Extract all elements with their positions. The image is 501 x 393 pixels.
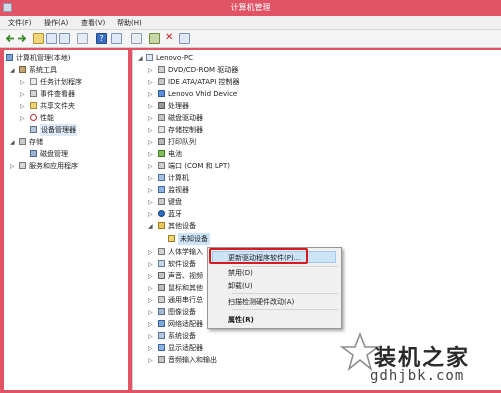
hid-icon: [158, 248, 165, 255]
window-title: 计算机管理: [230, 3, 271, 12]
device-root[interactable]: ◢ Lenovo-PC: [133, 52, 493, 64]
watermark: 装机之家 gdhjbk.com: [340, 330, 501, 390]
device-category[interactable]: ▷ Lenovo Vhid Device: [133, 88, 493, 100]
tree-root[interactable]: 计算机管理(本地): [4, 52, 128, 64]
device-category[interactable]: ▷ DVD/CD-ROM 驱动器: [133, 64, 493, 76]
menu-help[interactable]: 帮助(H): [117, 18, 142, 28]
device-category[interactable]: ▷ 电池: [133, 148, 493, 160]
device-category-other[interactable]: ◢ 其他设备: [133, 220, 493, 232]
computer-icon: [146, 54, 153, 61]
menu-action[interactable]: 操作(A): [44, 18, 68, 28]
device-category[interactable]: ▷ 磁盘驱动器: [133, 112, 493, 124]
up-folder-icon[interactable]: [33, 33, 44, 44]
services-icon: [19, 162, 26, 169]
task-scheduler-icon: [30, 78, 37, 85]
storage-icon: [19, 138, 26, 145]
menu-scan-hardware[interactable]: 扫描检测硬件改动(A): [228, 297, 294, 307]
device-category[interactable]: ▷ 打印队列: [133, 136, 493, 148]
tree-services[interactable]: ▷ 服务和应用程序: [4, 160, 128, 172]
device-category[interactable]: ▷ 计算机: [133, 172, 493, 184]
performance-icon: [30, 114, 37, 121]
tree-system-tools[interactable]: ◢ 系统工具: [4, 64, 128, 76]
show-tree-icon[interactable]: [46, 33, 57, 44]
disk-icon: [30, 150, 37, 157]
software-device-icon: [158, 260, 165, 267]
properties-icon[interactable]: [59, 33, 70, 44]
uninstall-icon[interactable]: ✕: [165, 32, 173, 43]
annotation-highlight-box: [209, 248, 308, 264]
computer-management-icon: [6, 54, 13, 61]
menu-bar: 文件(F) 操作(A) 查看(V) 帮助(H): [0, 16, 501, 30]
menu-separator: [232, 309, 338, 310]
menu-separator: [232, 293, 338, 294]
device-category[interactable]: ▷ 端口 (COM 和 LPT): [133, 160, 493, 172]
device-category[interactable]: ▷ 蓝牙: [133, 208, 493, 220]
device-category[interactable]: ▷ 处理器: [133, 100, 493, 112]
dvd-drive-icon: [158, 66, 165, 73]
device-category[interactable]: ▷ 键盘: [133, 196, 493, 208]
device-unknown[interactable]: 未知设备: [133, 233, 493, 245]
port-icon: [158, 162, 165, 169]
tools-icon: [19, 66, 26, 73]
menu-uninstall[interactable]: 卸载(U): [228, 281, 253, 291]
warning-icon: [168, 235, 175, 242]
tree-item-device-manager[interactable]: 设备管理器: [4, 124, 128, 136]
keyboard-icon: [158, 198, 165, 205]
audio-io-icon: [158, 356, 165, 363]
menu-separator: [232, 266, 338, 267]
computer-icon[interactable]: [131, 33, 142, 44]
scan-hardware-icon[interactable]: [179, 33, 190, 44]
tree-item-event-viewer[interactable]: ▷ 事件查看器: [4, 88, 128, 100]
forward-arrow-icon[interactable]: [17, 34, 27, 43]
tree-item-performance[interactable]: ▷ 性能: [4, 112, 128, 124]
tree-item-task-scheduler[interactable]: ▷ 任务计划程序: [4, 76, 128, 88]
device-manager-icon: [30, 126, 37, 133]
tree-storage[interactable]: ◢ 存储: [4, 136, 128, 148]
console-icon[interactable]: [111, 33, 122, 44]
event-viewer-icon: [30, 90, 37, 97]
expand-arrow-icon[interactable]: ▷: [10, 161, 15, 173]
update-driver-icon[interactable]: [149, 33, 160, 44]
bluetooth-icon: [158, 210, 165, 217]
computer-icon: [158, 174, 165, 181]
menu-file[interactable]: 文件(F): [8, 18, 32, 28]
device-category[interactable]: ▷ IDE ATA/ATAPI 控制器: [133, 76, 493, 88]
help-icon[interactable]: ?: [96, 33, 107, 44]
battery-icon: [158, 150, 165, 157]
monitor-icon: [158, 186, 165, 193]
title-bar: 计算机管理: [0, 0, 501, 16]
menu-properties[interactable]: 属性(R): [228, 315, 254, 325]
toolbar: ? ✕: [0, 30, 501, 48]
collapse-arrow-icon[interactable]: ◢: [148, 221, 153, 233]
device-category[interactable]: ▷ 监视器: [133, 184, 493, 196]
other-devices-icon: [158, 222, 165, 229]
list-view-icon[interactable]: [77, 33, 88, 44]
camera-icon: [158, 308, 165, 315]
speaker-icon: [158, 272, 165, 279]
usb-icon: [158, 296, 165, 303]
tree-item-disk-management[interactable]: 磁盘管理: [4, 148, 128, 160]
processor-icon: [158, 102, 165, 109]
watermark-url: gdhjbk.com: [370, 368, 465, 384]
expand-arrow-icon[interactable]: ▷: [148, 355, 153, 367]
back-arrow-icon[interactable]: [5, 34, 15, 43]
display-adapter-icon: [158, 344, 165, 351]
system-device-icon: [158, 332, 165, 339]
lenovo-device-icon: [158, 90, 165, 97]
storage-controller-icon: [158, 126, 165, 133]
ide-controller-icon: [158, 78, 165, 85]
shared-folder-icon: [30, 102, 37, 109]
menu-disable[interactable]: 禁用(D): [228, 268, 253, 278]
tree-item-shared-folders[interactable]: ▷ 共享文件夹: [4, 100, 128, 112]
printer-icon: [158, 138, 165, 145]
navigation-tree: 计算机管理(本地) ◢ 系统工具 ▷ 任务计划程序 ▷ 事件查看器 ▷ 共享文件…: [4, 50, 128, 390]
menu-view[interactable]: 查看(V): [81, 18, 105, 28]
disk-drive-icon: [158, 114, 165, 121]
mouse-icon: [158, 284, 165, 291]
device-category[interactable]: ▷ 存储控制器: [133, 124, 493, 136]
network-adapter-icon: [158, 320, 165, 327]
